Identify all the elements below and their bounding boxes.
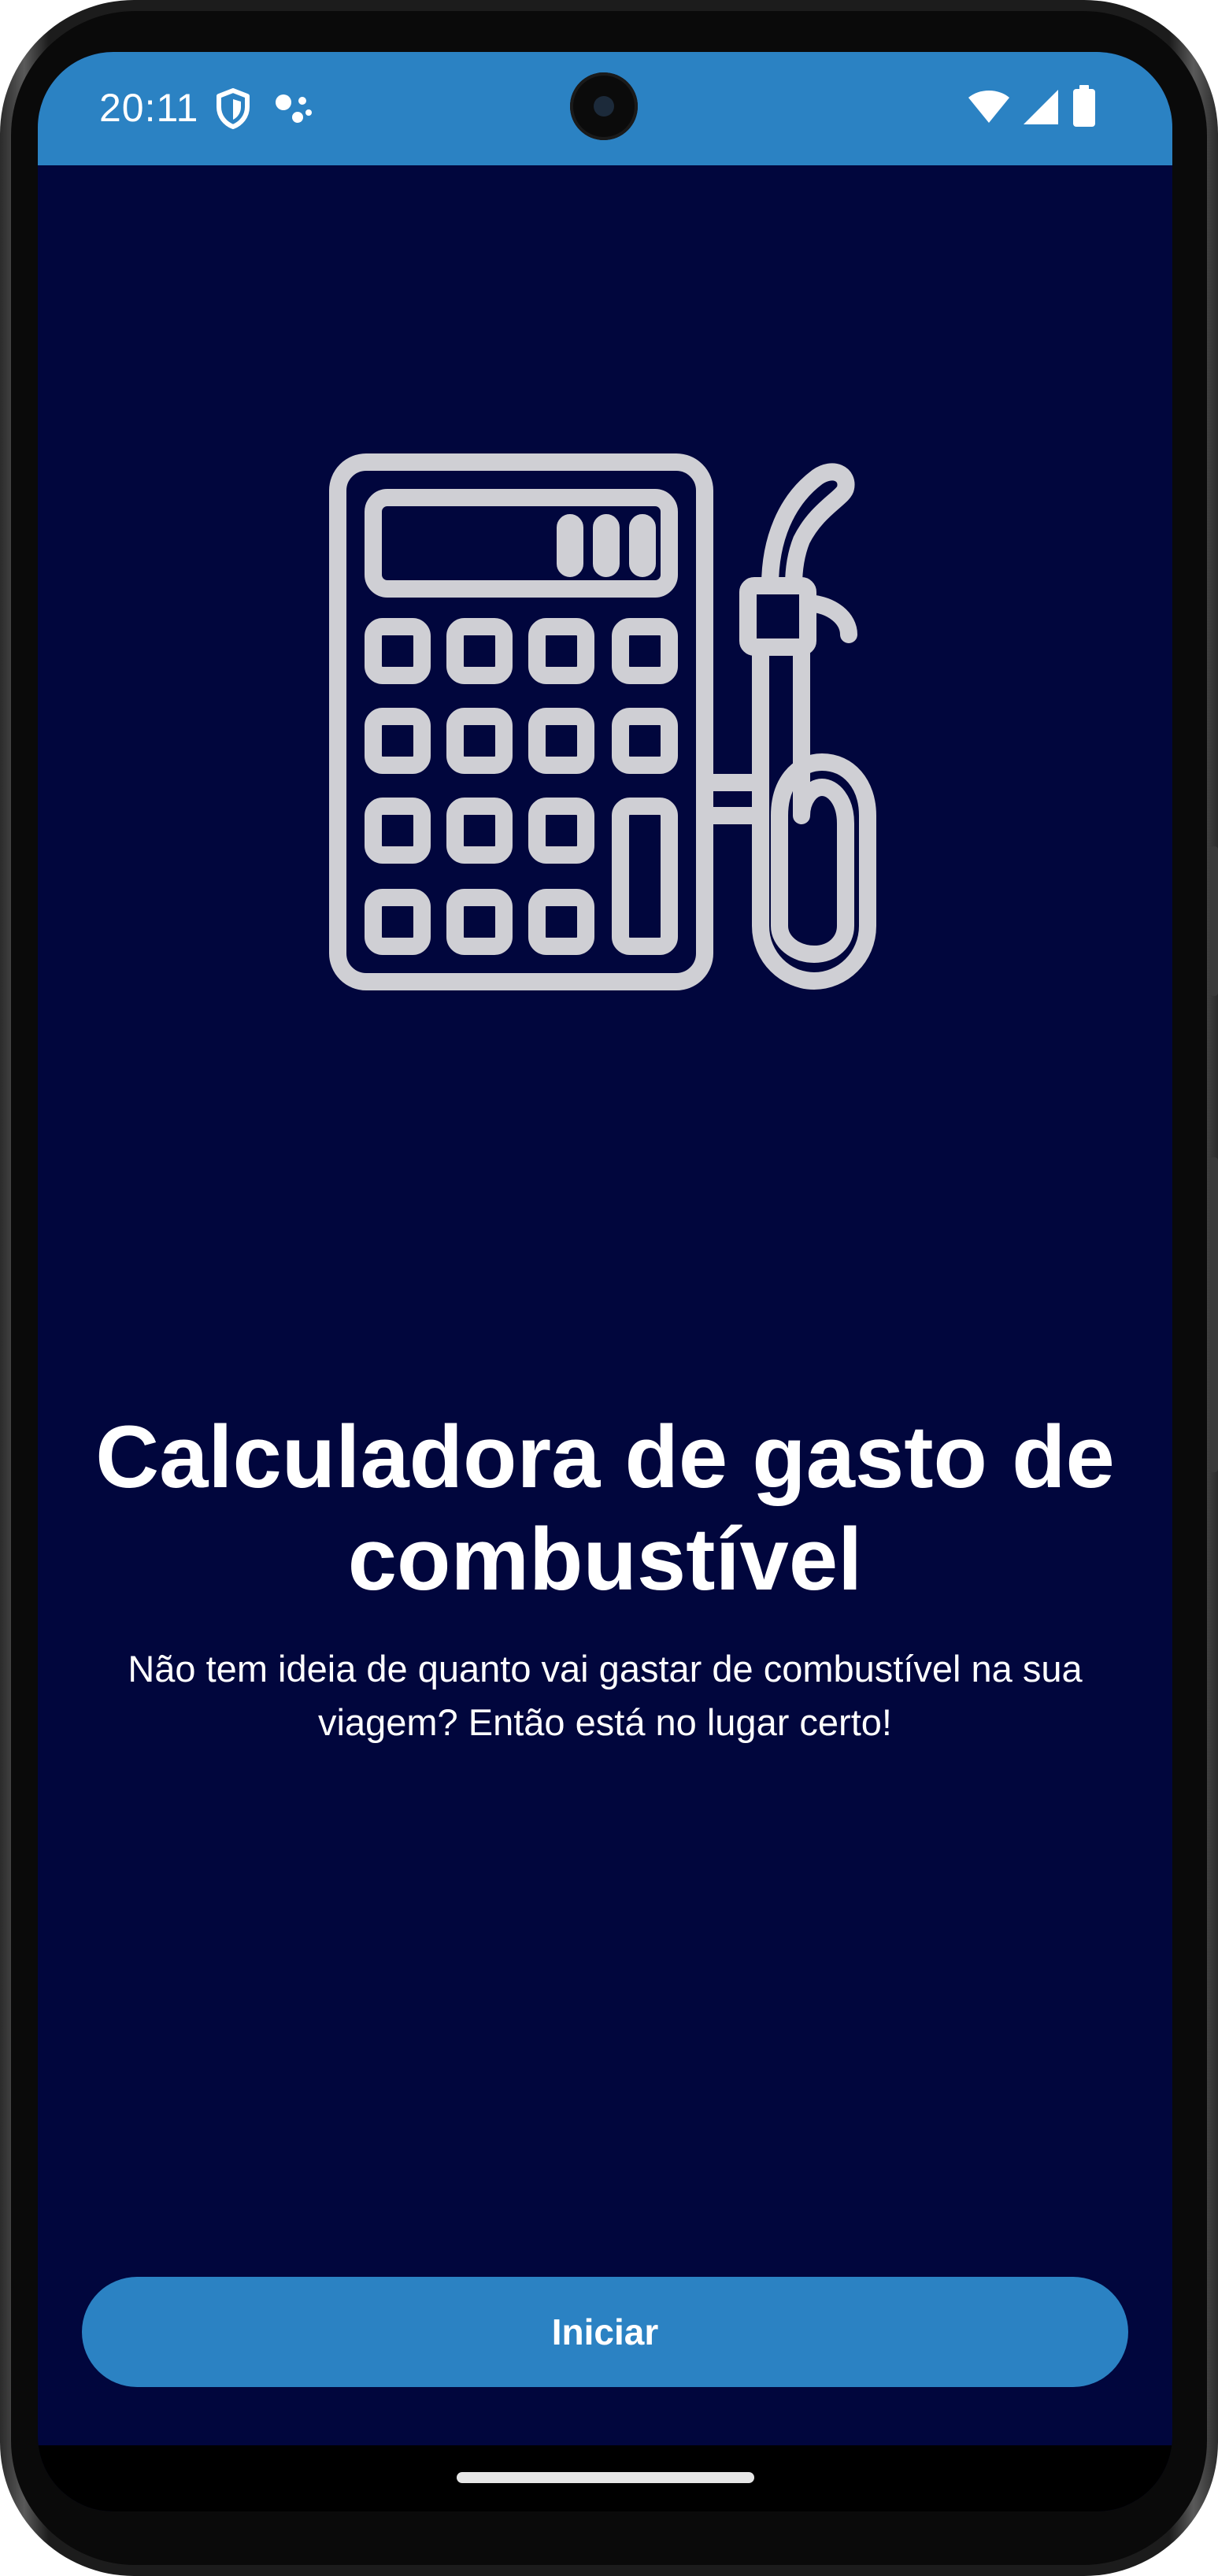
signal-icon <box>1024 90 1058 124</box>
status-time: 20:11 <box>99 86 199 130</box>
status-bar: 20:11 <box>38 52 1172 165</box>
shield-icon <box>217 88 250 129</box>
page-title: Calculadora de gasto de combustível <box>95 1408 1115 1608</box>
app-screen: 20:11 Calculadora de gasto de combustíve… <box>38 52 1172 2511</box>
navigation-bar <box>38 2445 1172 2511</box>
home-gesture-handle[interactable] <box>457 2472 754 2483</box>
calculator-fuel-pump-icon <box>329 453 876 990</box>
page-subtitle: Não tem ideia de quanto vai gastar de co… <box>128 1648 1083 1743</box>
power-button <box>1210 1157 1218 1472</box>
assistant-dots-icon <box>276 94 312 123</box>
start-button[interactable]: Iniciar <box>82 2277 1128 2387</box>
camera-lens <box>594 96 614 117</box>
wifi-icon <box>968 91 1009 123</box>
front-camera <box>570 72 638 140</box>
phone-frame: 20:11 Calculadora de gasto de combustíve… <box>0 0 1218 2576</box>
battery-icon <box>1073 85 1095 127</box>
volume-button <box>1210 846 1218 996</box>
